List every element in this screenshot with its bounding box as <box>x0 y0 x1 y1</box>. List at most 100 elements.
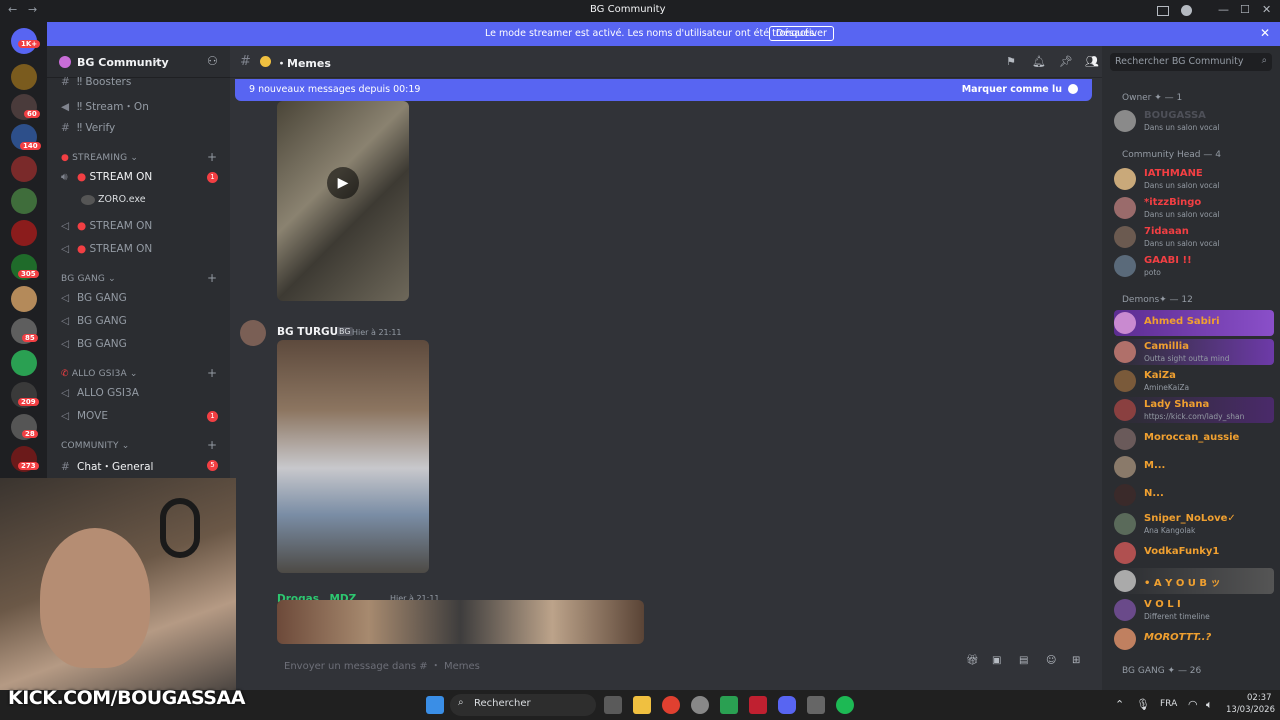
speaker-icon: ◁ <box>61 243 70 255</box>
server-icon[interactable] <box>11 286 37 312</box>
minimize-button[interactable]: — <box>1218 3 1229 16</box>
maximize-button[interactable]: ☐ <box>1240 3 1250 16</box>
help-icon[interactable] <box>1181 5 1192 16</box>
member-item[interactable]: N... <box>1114 482 1274 508</box>
channel-chat-general[interactable]: # Chat・General <box>61 459 153 474</box>
back-icon[interactable]: ← <box>8 3 17 16</box>
add-channel-icon[interactable]: + <box>207 366 217 380</box>
member-item[interactable]: IATHMANE Dans un salon vocal <box>1114 166 1274 192</box>
voice-user-zoro[interactable]: ZORO.exe <box>81 194 146 205</box>
clock-date[interactable]: 13/03/2026 <box>1226 705 1275 715</box>
add-channel-icon[interactable]: + <box>207 150 217 164</box>
member-item[interactable]: V O L I Different timeline <box>1114 597 1274 623</box>
gif-icon[interactable]: ▣ <box>992 655 1001 666</box>
avatar <box>1114 110 1136 132</box>
member-item[interactable]: Camillia Outta sight outta mind <box>1114 339 1274 365</box>
image-attachment[interactable] <box>277 340 429 573</box>
add-user-icon[interactable]: ⚇ <box>207 54 218 68</box>
member-item[interactable]: KaiZa AmineKaiZa <box>1114 368 1274 394</box>
member-item[interactable]: MOROTTT..? <box>1114 626 1274 652</box>
sticker-icon[interactable]: ▤ <box>1019 655 1028 666</box>
add-channel-icon[interactable]: + <box>207 271 217 285</box>
member-name: IATHMANE <box>1144 168 1203 179</box>
member-item[interactable]: Lady Shana https://kick.com/lady_shan <box>1114 397 1274 423</box>
channel-stream-on[interactable]: ◀ ‼ Stream・On <box>61 99 149 114</box>
member-item[interactable]: BOUGASSA Dans un salon vocal <box>1114 108 1274 134</box>
apps-icon[interactable]: ⊞ <box>1072 655 1080 666</box>
app-icon[interactable] <box>749 696 767 714</box>
avatar <box>1114 255 1136 277</box>
category-community[interactable]: COMMUNITY ⌄ <box>61 441 129 451</box>
file-explorer-icon[interactable] <box>633 696 651 714</box>
voice-channel-allo[interactable]: ◁ ALLO GSI3A <box>61 387 139 399</box>
member-item[interactable]: • A Y O U B ッ <box>1114 568 1274 594</box>
voice-channel-bg-gang[interactable]: ◁ BG GANG <box>61 338 127 350</box>
voice-channel-bg-gang[interactable]: ◁ BG GANG <box>61 315 127 327</box>
voice-channel-stream-on[interactable]: ◁ ● STREAM ON <box>61 220 152 232</box>
spotify-icon[interactable] <box>836 696 854 714</box>
composer-placeholder-text: Envoyer un message dans # <box>284 661 428 672</box>
member-list-icon[interactable]: 👥︎ <box>1085 55 1099 68</box>
message-composer[interactable]: Envoyer un message dans # ・ Memes 🎁︎ ▣ ▤… <box>270 650 1090 676</box>
volume-icon[interactable]: 🔈︎ <box>1206 698 1213 712</box>
window-title: BG Community <box>590 4 666 15</box>
server-icon[interactable] <box>11 156 37 182</box>
speaker-icon: ◁ <box>61 315 70 327</box>
channel-verify[interactable]: # ‼ Verify <box>61 122 115 134</box>
disable-streamer-button[interactable]: Désactiver <box>769 26 834 41</box>
windows-start-icon[interactable] <box>426 696 444 714</box>
forward-icon[interactable]: → <box>28 3 37 16</box>
member-item[interactable]: *itzzBingo Dans un salon vocal <box>1114 195 1274 221</box>
wifi-icon[interactable]: ◠ <box>1188 698 1198 711</box>
inbox-icon[interactable] <box>1157 6 1169 16</box>
task-view-icon[interactable] <box>604 696 622 714</box>
member-item[interactable]: 7idaaan Dans un salon vocal <box>1114 224 1274 250</box>
app-icon[interactable] <box>720 696 738 714</box>
image-attachment[interactable] <box>277 600 644 644</box>
member-name: Sniper_NoLove✓ <box>1144 513 1236 524</box>
voice-channel-stream-on[interactable]: 🔊︎ ● STREAM ON <box>61 171 152 184</box>
threads-icon[interactable]: ⚑ <box>1006 55 1016 68</box>
member-item[interactable]: M... <box>1114 454 1274 480</box>
channel-boosters[interactable]: # ‼ Boosters <box>61 76 131 88</box>
video-attachment[interactable]: ▶ <box>277 101 409 301</box>
microphone-icon[interactable]: 🎙︎ <box>1136 698 1150 711</box>
search-input[interactable]: Rechercher BG Community ⌕ <box>1110 53 1272 71</box>
avatar[interactable] <box>240 320 266 346</box>
member-item[interactable]: Ahmed Sabiri <box>1114 310 1274 336</box>
chrome-icon[interactable] <box>662 696 680 714</box>
close-icon[interactable]: ✕ <box>1260 26 1270 40</box>
emoji-icon[interactable]: ☺ <box>1046 655 1056 666</box>
voice-channel-move[interactable]: ◁ MOVE <box>61 410 108 422</box>
voice-channel-bg-gang[interactable]: ◁ BG GANG <box>61 292 127 304</box>
mark-read-button[interactable]: Marquer comme lu <box>962 84 1062 95</box>
chevron-up-icon[interactable]: ⌃ <box>1115 698 1124 711</box>
add-channel-icon[interactable]: + <box>207 438 217 452</box>
category-bg-gang[interactable]: BG GANG ⌄ <box>61 274 116 284</box>
close-button[interactable]: ✕ <box>1262 3 1271 16</box>
app-icon[interactable] <box>691 696 709 714</box>
server-icon[interactable] <box>11 220 37 246</box>
member-item[interactable]: Moroccan_aussie <box>1114 426 1274 452</box>
member-item[interactable]: Sniper_NoLove✓ Ana Kangolak <box>1114 511 1274 537</box>
new-messages-bar[interactable]: 9 nouveaux messages depuis 00:19 Marquer… <box>235 79 1092 101</box>
discord-icon[interactable] <box>778 696 796 714</box>
member-item[interactable]: GAABI !! poto <box>1114 253 1274 279</box>
app-icon[interactable] <box>807 696 825 714</box>
language-indicator[interactable]: FRA <box>1160 699 1177 709</box>
gift-icon[interactable]: 🎁︎ <box>966 655 979 666</box>
voice-channel-stream-on[interactable]: ◁ ● STREAM ON <box>61 243 152 255</box>
category-streaming[interactable]: ● STREAMING ⌄ <box>61 153 138 163</box>
server-icon[interactable] <box>11 64 37 90</box>
server-icon[interactable] <box>11 188 37 214</box>
play-icon[interactable]: ▶ <box>327 167 359 199</box>
pin-icon[interactable]: 📌︎ <box>1059 55 1073 68</box>
bell-icon[interactable]: 🔔︎ <box>1032 55 1046 68</box>
member-item[interactable]: VodkaFunky1 <box>1114 540 1274 566</box>
message-author[interactable]: BG TURGUT <box>277 326 345 338</box>
taskbar-search[interactable]: ⌕ Rechercher <box>450 694 596 716</box>
server-header[interactable]: BG Community ⌄ ⚇ <box>47 46 230 78</box>
clock-time[interactable]: 02:37 <box>1247 693 1272 703</box>
category-allo[interactable]: ✆ ALLO GSI3A ⌄ <box>61 369 138 379</box>
server-icon[interactable] <box>11 350 37 376</box>
